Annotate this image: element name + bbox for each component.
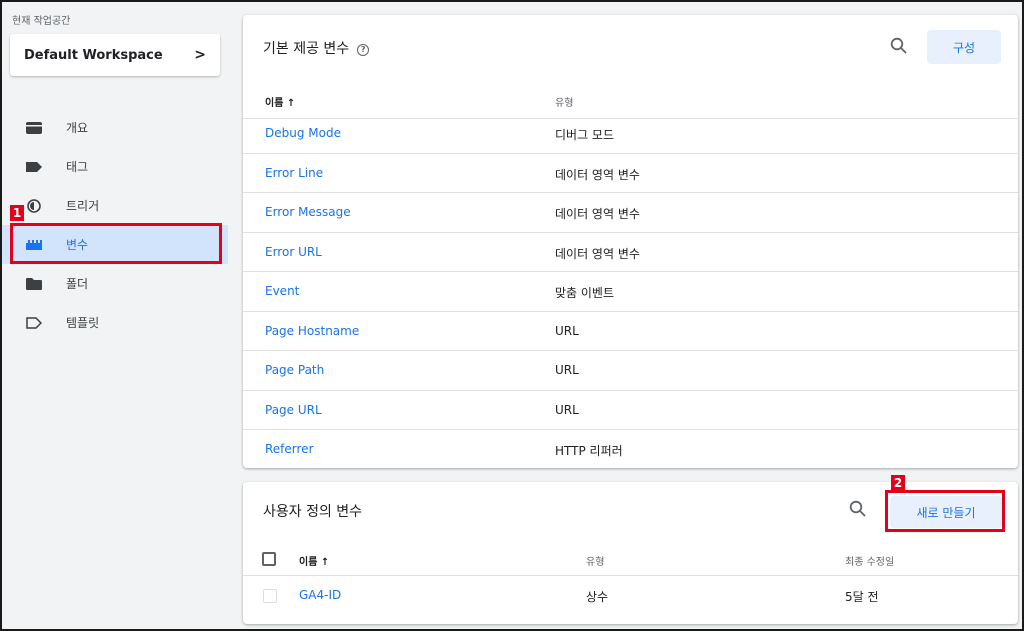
variable-type: URL [555,363,579,377]
variable-icon [26,238,42,252]
sidebar-item-label: 트리거 [66,199,100,213]
variable-type: URL [555,323,579,338]
sidebar-item-label: 변수 [66,238,89,252]
variable-name-link[interactable]: Error Message [265,205,351,219]
table-row[interactable]: Error Message 데이터 영역 변수 [243,193,1018,233]
new-variable-button[interactable]: 새로 만들기 [890,496,1002,528]
column-header-type[interactable]: 유형 [555,94,573,109]
help-icon[interactable]: ? [357,44,370,56]
variable-type: 맞춤 이벤트 [555,286,615,300]
annotation-marker-1: 1 [10,205,24,221]
variable-name-link[interactable]: Page Hostname [265,324,359,338]
builtin-variables-title: 기본 제공 변수? [263,38,370,58]
sidebar-item-tags[interactable]: 태그 [2,147,228,186]
sidebar-item-triggers[interactable]: 트리거 [2,186,228,225]
trigger-icon [26,198,42,213]
sidebar-item-overview[interactable]: 개요 [2,108,228,147]
column-header-type[interactable]: 유형 [586,553,604,568]
builtin-variables-card: 기본 제공 변수? 구성 이름 ↑ 유형 Debug Mode 디버그 모드 Err… [243,15,1018,468]
variable-name-link[interactable]: Event [265,284,299,298]
table-row[interactable]: Error URL 데이터 영역 변수 [243,233,1018,272]
variable-type: HTTP 리퍼러 [555,444,623,458]
variable-name-link[interactable]: Page Path [265,363,324,377]
annotation-marker-2: 2 [891,475,905,491]
variable-name-link[interactable]: Error Line [265,166,323,180]
chevron-right-icon: > [194,47,206,63]
table-row[interactable]: Debug Mode 디버그 모드 [243,114,1018,154]
variable-modified: 5달 전 [845,590,879,604]
sidebar-item-folders[interactable]: 폴더 [2,264,228,303]
variable-name-link[interactable]: Debug Mode [265,126,341,140]
variable-type: 상수 [586,590,609,604]
sidebar: 현재 작업공간 Default Workspace > 개요 태그 트리거 변수… [2,2,228,629]
variable-name-link[interactable]: GA4-ID [299,588,341,602]
variable-name-link[interactable]: Page URL [265,403,322,417]
column-header-name[interactable]: 이름 ↑ [265,94,295,109]
column-header-modified[interactable]: 최종 수정일 [845,553,894,568]
variable-name-link[interactable]: Referrer [265,442,314,456]
table-row[interactable]: Referrer HTTP 리퍼러 [243,430,1018,470]
app-frame: 현재 작업공간 Default Workspace > 개요 태그 트리거 변수… [0,0,1024,631]
table-row[interactable]: GA4-ID 상수 5달 전 [243,578,1018,614]
variable-name-link[interactable]: Error URL [265,245,322,259]
column-header-name[interactable]: 이름 ↑ [299,553,329,568]
variable-type: 데이터 영역 변수 [555,207,640,221]
user-variables-title: 사용자 정의 변수 [263,504,363,520]
variable-type: 디버그 모드 [555,128,615,142]
table-row[interactable]: Page URL URL [243,391,1018,430]
workspace-name: Default Workspace [24,47,163,63]
configure-button[interactable]: 구성 [927,30,1001,64]
workspace-selector[interactable]: Default Workspace > [10,34,220,76]
sidebar-item-label: 폴더 [66,277,89,291]
sidebar-item-label: 템플릿 [66,316,100,330]
select-all-checkbox[interactable] [262,552,276,566]
sidebar-item-templates[interactable]: 템플릿 [2,303,228,342]
table-row[interactable]: Page Hostname URL [243,312,1018,351]
table-row[interactable]: Event 맞춤 이벤트 [243,272,1018,312]
overview-icon [26,121,42,135]
search-icon[interactable] [849,500,867,522]
sidebar-item-label: 태그 [66,160,89,174]
sidebar-item-variables[interactable]: 변수 [2,225,228,264]
template-icon [26,316,42,330]
tag-icon [26,160,42,174]
row-checkbox[interactable] [263,589,277,603]
variable-type: 데이터 영역 변수 [555,246,640,261]
search-icon[interactable] [890,37,908,59]
variable-type: 데이터 영역 변수 [555,167,640,182]
user-table-header: 이름 ↑ 유형 최종 수정일 [243,542,1018,576]
table-row[interactable]: Page Path URL [243,351,1018,391]
folder-icon [26,277,42,291]
table-row[interactable]: Error Line 데이터 영역 변수 [243,154,1018,193]
user-variables-card: 사용자 정의 변수 새로 만들기 2 이름 ↑ 유형 최종 수정일 GA4-ID… [243,475,1018,624]
variable-type: URL [555,402,579,417]
sidebar-nav: 개요 태그 트리거 변수 폴더 템플릿 1 [2,108,228,342]
sidebar-item-label: 개요 [66,121,89,135]
card-title-text: 기본 제공 변수 [263,41,350,57]
workspace-caption: 현재 작업공간 [12,16,71,27]
